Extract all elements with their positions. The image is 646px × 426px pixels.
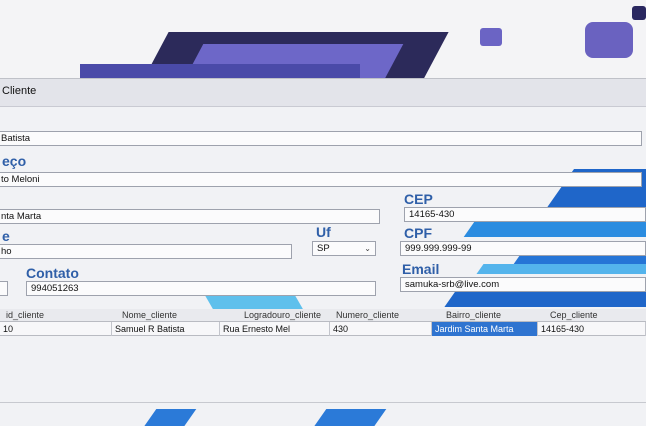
wallpaper-shape: [585, 22, 633, 58]
endereco-field[interactable]: to Meloni: [0, 172, 642, 187]
chevron-down-icon[interactable]: ⌄: [364, 244, 371, 253]
background-stripe: [476, 264, 646, 274]
cpf-field[interactable]: 999.999.999-99: [400, 241, 646, 256]
cep-label: CEP: [404, 191, 433, 207]
background-stripe: [444, 291, 646, 307]
cidade-label: e: [2, 228, 10, 244]
uf-value: SP: [317, 243, 330, 254]
contato-field[interactable]: 994051263: [26, 281, 376, 296]
cell-cep[interactable]: 14165-430: [538, 322, 646, 336]
wallpaper-shape: [632, 6, 646, 20]
uf-label: Uf: [316, 224, 331, 240]
cell-bairro[interactable]: Jardim Santa Marta: [432, 322, 538, 336]
uf-select[interactable]: SP ⌄: [312, 241, 376, 256]
email-label: Email: [402, 261, 440, 277]
contato-label: Contato: [26, 265, 79, 281]
cell-numero[interactable]: 430: [330, 322, 432, 336]
background-stripe: [143, 409, 197, 426]
column-header[interactable]: id_cliente: [6, 310, 44, 320]
cep-field[interactable]: 14165-430: [404, 207, 646, 222]
cpf-label: CPF: [404, 225, 432, 241]
wallpaper-shape: [480, 28, 502, 46]
grid-header: id_cliente Nome_cliente Logradouro_clien…: [0, 309, 646, 322]
column-header[interactable]: Nome_cliente: [122, 310, 177, 320]
column-header[interactable]: Numero_cliente: [336, 310, 399, 320]
ddd-field[interactable]: [0, 281, 8, 296]
cell-id[interactable]: 10: [0, 322, 112, 336]
column-header[interactable]: Cep_cliente: [550, 310, 598, 320]
column-header[interactable]: Logradouro_cliente: [244, 310, 321, 320]
email-field[interactable]: samuka-srb@live.com: [400, 277, 646, 292]
clientes-grid[interactable]: id_cliente Nome_cliente Logradouro_clien…: [0, 309, 646, 349]
divider: [0, 402, 646, 403]
cliente-window: Cliente Batista eço to Meloni nta Marta …: [0, 78, 646, 426]
title-bar[interactable]: Cliente: [0, 79, 646, 107]
cell-nome[interactable]: Samuel R Batista: [112, 322, 220, 336]
column-header[interactable]: Bairro_cliente: [446, 310, 501, 320]
background-stripe: [313, 409, 387, 426]
nome-field[interactable]: Batista: [0, 131, 642, 146]
endereco-label: eço: [2, 153, 27, 169]
table-row[interactable]: 10 Samuel R Batista Rua Ernesto Mel 430 …: [0, 322, 646, 336]
bairro-field[interactable]: nta Marta: [0, 209, 380, 224]
window-title: Cliente: [2, 85, 37, 97]
cidade-field[interactable]: ho: [0, 244, 292, 259]
cell-logradouro[interactable]: Rua Ernesto Mel: [220, 322, 330, 336]
desktop-wallpaper: [0, 0, 646, 80]
